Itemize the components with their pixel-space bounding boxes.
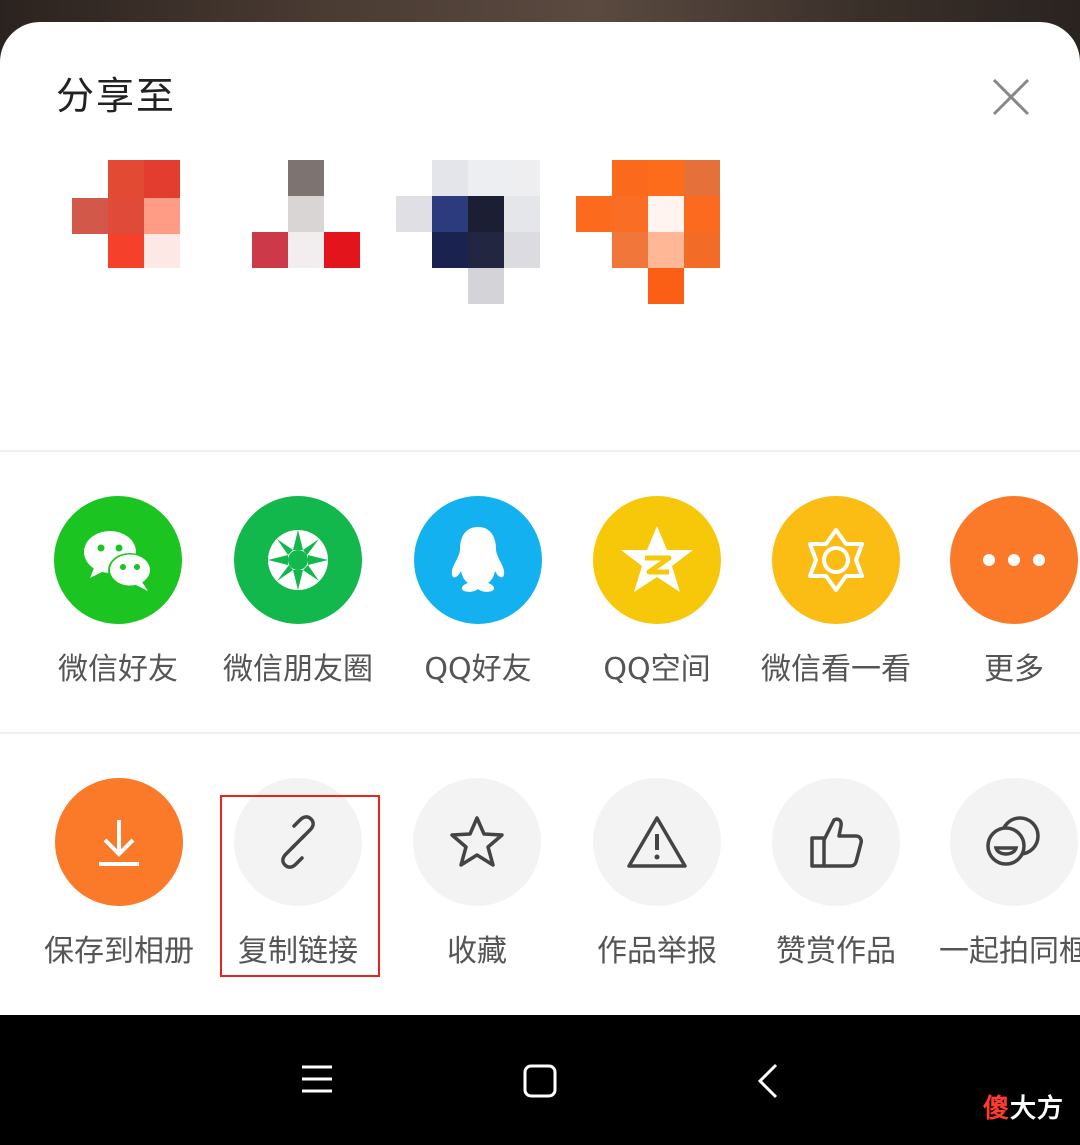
share-qq-friend[interactable]: QQ好友 (388, 496, 568, 690)
watermark-part-2: 大方 (1009, 1094, 1064, 1124)
thumbs-up-icon (772, 778, 900, 906)
share-wechat-friend[interactable]: 微信好友 (28, 496, 208, 690)
share-label: QQ空间 (603, 652, 711, 687)
moments-icon (234, 496, 362, 624)
home-icon (523, 1064, 557, 1098)
share-sheet: 分享至 微信好友 微信朋友圈 QQ好友 QQ空间 微信看一看 更多 保存到相册 … (0, 22, 1080, 1015)
watermark-part-1: 傻 (982, 1094, 1010, 1124)
share-wechat-look[interactable]: 微信看一看 (746, 496, 926, 690)
wechat-look-icon (772, 496, 900, 624)
sheet-title: 分享至 (56, 74, 177, 118)
share-wechat-moments[interactable]: 微信朋友圈 (208, 496, 388, 690)
warning-icon (593, 778, 721, 906)
qzone-icon (593, 496, 721, 624)
close-icon (992, 78, 1030, 116)
duet-button[interactable]: 一起拍同框 (924, 778, 1080, 972)
favorite-button[interactable]: 收藏 (387, 778, 567, 972)
action-label: 赞赏作品 (776, 934, 896, 969)
action-label: 收藏 (447, 934, 507, 969)
action-label: 保存到相册 (44, 934, 194, 969)
system-navigation-bar: 傻大方 (0, 1015, 1080, 1145)
share-qzone[interactable]: QQ空间 (567, 496, 747, 690)
action-label: 一起拍同框 (939, 934, 1080, 969)
recent-contacts (0, 160, 1080, 380)
save-to-album-button[interactable]: 保存到相册 (29, 778, 209, 972)
download-icon (55, 778, 183, 906)
nav-menu-button[interactable] (300, 1063, 334, 1099)
more-icon (950, 496, 1078, 624)
close-button[interactable] (988, 74, 1034, 120)
watermark: 傻大方 (983, 1088, 1064, 1125)
share-label: QQ好友 (424, 652, 532, 687)
report-button[interactable]: 作品举报 (567, 778, 747, 972)
duet-icon (950, 778, 1078, 906)
share-label: 微信好友 (58, 652, 178, 687)
menu-icon (302, 1065, 332, 1093)
star-icon (413, 778, 541, 906)
nav-back-button[interactable] (756, 1061, 780, 1105)
share-label: 更多 (984, 652, 1044, 687)
section-divider (0, 732, 1080, 734)
qq-icon (414, 496, 542, 624)
share-label: 微信看一看 (761, 652, 911, 687)
highlight-box (220, 795, 380, 977)
section-divider (0, 450, 1080, 452)
back-icon (757, 1063, 778, 1099)
wechat-icon (54, 496, 182, 624)
reward-button[interactable]: 赞赏作品 (746, 778, 926, 972)
share-more[interactable]: 更多 (924, 496, 1080, 690)
share-label: 微信朋友圈 (223, 652, 373, 687)
nav-home-button[interactable] (522, 1063, 558, 1103)
action-label: 作品举报 (597, 934, 717, 969)
